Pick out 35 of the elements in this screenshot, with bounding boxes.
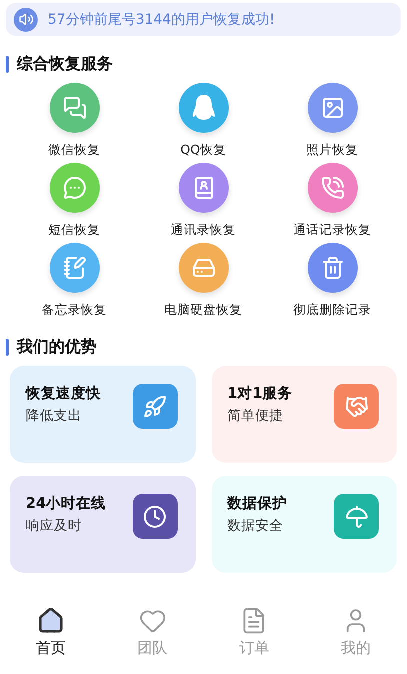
service-label: 短信恢复 xyxy=(48,222,100,239)
service-label: 照片恢复 xyxy=(306,142,358,159)
notice-text: 57分钟前尾号3144的用户恢复成功! xyxy=(48,10,276,28)
section-title: 综合恢复服务 xyxy=(17,54,113,75)
chat-bubble-icon[interactable] xyxy=(50,163,100,213)
card-subtitle: 简单便捷 xyxy=(228,407,284,425)
card-title: 1对1服务 xyxy=(228,384,293,403)
service-label: QQ恢复 xyxy=(180,142,226,159)
address-book-icon[interactable] xyxy=(178,163,228,213)
card-subtitle: 降低支出 xyxy=(26,407,83,425)
tab[interactable]: 团队 xyxy=(132,607,174,658)
image-icon[interactable] xyxy=(308,83,358,133)
service-label: 通话记录恢复 xyxy=(294,222,372,239)
service-label: 备忘录恢复 xyxy=(42,302,107,319)
section-title: 我们的优势 xyxy=(17,337,97,358)
service-label: 彻底删除记录 xyxy=(294,302,372,319)
speaker-icon xyxy=(14,8,38,32)
notebook-icon[interactable] xyxy=(50,243,100,293)
tab[interactable]: 我的 xyxy=(335,607,378,658)
home-icon xyxy=(36,607,65,635)
chat-bubbles-icon[interactable] xyxy=(50,83,100,133)
phone-icon[interactable] xyxy=(308,163,358,213)
card-title: 数据保护 xyxy=(228,494,288,513)
trash-icon[interactable] xyxy=(308,243,358,293)
service-label: 通讯录恢复 xyxy=(171,222,236,239)
service-label: 电脑硬盘恢复 xyxy=(164,302,242,319)
tab[interactable]: 首页 xyxy=(30,607,72,658)
penguin-icon[interactable] xyxy=(178,83,228,133)
card-subtitle: 数据安全 xyxy=(228,517,284,535)
tab[interactable]: 订单 xyxy=(233,607,276,658)
card-title: 24小时在线 xyxy=(26,494,106,513)
card-title: 恢复速度快 xyxy=(26,384,101,403)
service-label: 微信恢复 xyxy=(48,142,100,159)
card-subtitle: 响应及时 xyxy=(26,517,83,535)
hard-drive-icon[interactable] xyxy=(178,243,228,293)
